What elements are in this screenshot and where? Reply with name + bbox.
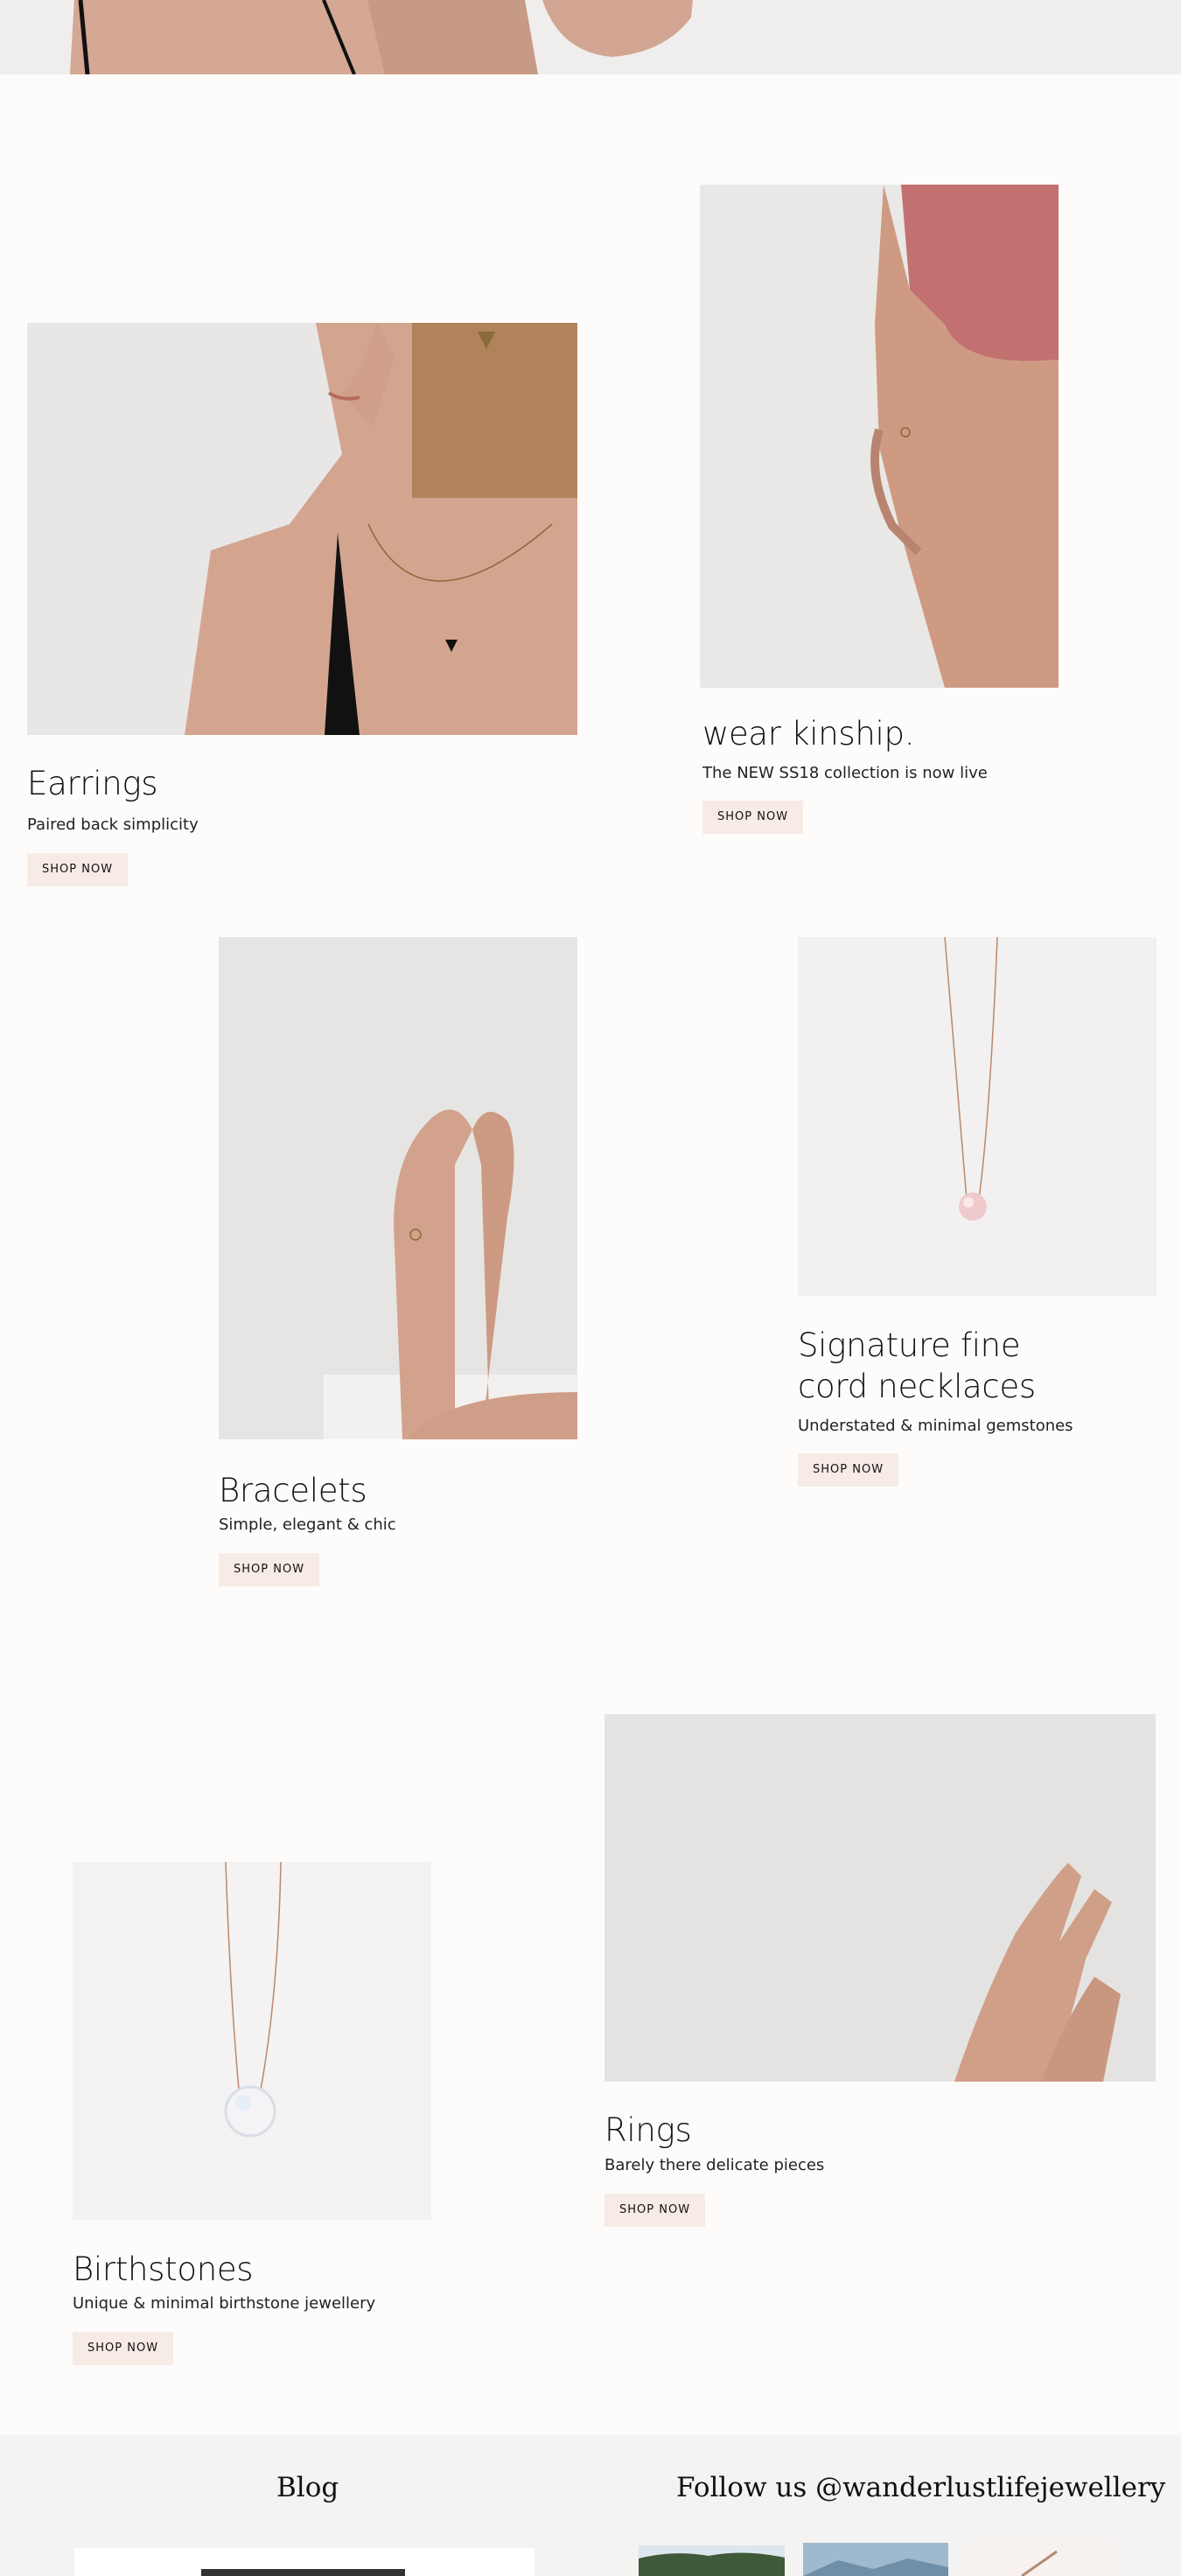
- earrings-image[interactable]: [27, 323, 577, 735]
- instagram-post-3[interactable]: [969, 2543, 1113, 2576]
- blog-post-thumbnail[interactable]: [74, 2548, 535, 2576]
- instagram-post-1[interactable]: [639, 2545, 785, 2576]
- rings-subtitle: Barely there delicate pieces: [604, 2156, 825, 2174]
- earrings-shop-now-button[interactable]: SHOP NOW: [27, 853, 129, 886]
- earrings-title: Earrings: [27, 765, 158, 802]
- kinship-title: wear kinship.: [702, 715, 915, 752]
- bracelets-shop-now-button[interactable]: SHOP NOW: [219, 1553, 320, 1586]
- earrings-subtitle: Paired back simplicity: [27, 816, 199, 834]
- birthstones-subtitle: Unique & minimal birthstone jewellery: [73, 2294, 376, 2313]
- signature-necklace-image[interactable]: [798, 937, 1157, 1296]
- hero-image: [0, 0, 1181, 74]
- birthstones-shop-now-button[interactable]: SHOP NOW: [73, 2332, 174, 2365]
- bracelets-title: Bracelets: [219, 1472, 367, 1509]
- bracelets-image[interactable]: [219, 937, 577, 1439]
- rings-title: Rings: [604, 2111, 692, 2149]
- kinship-image[interactable]: [700, 185, 1059, 688]
- birthstones-image[interactable]: [73, 1862, 431, 2220]
- signature-title-line2: cord necklaces: [798, 1368, 1036, 1405]
- bracelets-subtitle: Simple, elegant & chic: [219, 1516, 396, 1534]
- signature-subtitle: Understated & minimal gemstones: [798, 1417, 1073, 1435]
- signature-title-line1: Signature fine: [798, 1326, 1021, 1364]
- rings-shop-now-button[interactable]: SHOP NOW: [604, 2194, 706, 2227]
- blog-heading[interactable]: Blog: [276, 2472, 339, 2503]
- rings-image[interactable]: [604, 1714, 1156, 2082]
- birthstones-title: Birthstones: [73, 2250, 254, 2288]
- signature-shop-now-button[interactable]: SHOP NOW: [798, 1453, 899, 1487]
- kinship-shop-now-button[interactable]: SHOP NOW: [702, 801, 804, 834]
- kinship-subtitle: The NEW SS18 collection is now live: [702, 764, 988, 782]
- instagram-heading[interactable]: Follow us @wanderlustlifejewellery: [676, 2472, 1165, 2503]
- instagram-post-2[interactable]: [803, 2543, 948, 2576]
